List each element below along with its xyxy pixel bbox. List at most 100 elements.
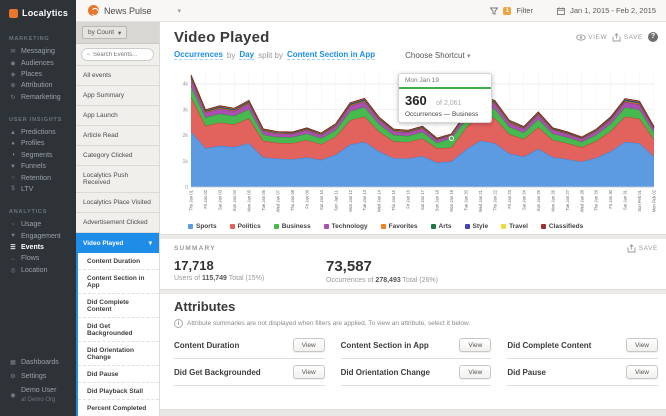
- sidebar-nav-item[interactable]: ↻ Remarketing: [9, 92, 67, 103]
- app-switcher-caret-icon[interactable]: ▾: [178, 7, 182, 15]
- by-label: by: [227, 51, 235, 60]
- export-icon: [627, 244, 636, 253]
- sidebar-nav-item[interactable]: ◉ Audiences: [9, 57, 67, 68]
- event-list-item[interactable]: All events: [76, 66, 159, 86]
- event-attribute-item[interactable]: Did Orientation Change: [78, 342, 159, 366]
- legend-item[interactable]: Style: [465, 223, 489, 230]
- event-list-item[interactable]: Localytics Place Visited: [76, 193, 159, 213]
- legend-item[interactable]: Classifieds: [541, 223, 583, 230]
- attribute-row: Content Duration View: [174, 332, 325, 359]
- sidebar-nav-item[interactable]: ☰ Events: [9, 242, 67, 253]
- legend-item[interactable]: Arts: [431, 223, 452, 230]
- sidebar-nav-item[interactable]: ⊕ Attribution: [9, 80, 67, 91]
- sidebar-nav-item[interactable]: ○ Retention: [9, 172, 67, 183]
- svg-text:Sat Jan 10: Sat Jan 10: [319, 189, 324, 210]
- legend-item[interactable]: Travel: [501, 223, 528, 230]
- search-icon: [87, 51, 90, 58]
- help-button[interactable]: ?: [648, 32, 658, 42]
- event-list-item[interactable]: Article Read: [76, 126, 159, 146]
- date-range-picker[interactable]: Jan 1, 2015 - Feb 2, 2015: [570, 6, 656, 15]
- sidebar-nav-item[interactable]: ✉ Messaging: [9, 46, 67, 57]
- svg-text:0: 0: [185, 185, 188, 191]
- legend-item[interactable]: Sports: [188, 223, 217, 230]
- svg-text:Sun Jan 18: Sun Jan 18: [435, 189, 440, 211]
- event-attribute-item[interactable]: Percent Completed: [78, 400, 159, 416]
- sidebar-nav-item[interactable]: $ LTV: [9, 184, 67, 195]
- attribute-name: Content Duration: [174, 341, 239, 350]
- sort-dropdown[interactable]: by Count ▾: [76, 22, 159, 44]
- shortcut-label: Choose Shortcut: [405, 51, 465, 60]
- legend-item[interactable]: Technology: [324, 223, 368, 230]
- summary-save-button[interactable]: SAVE: [627, 244, 658, 253]
- nav-item-icon: ~: [9, 222, 17, 228]
- svg-text:Mon Jan 05: Mon Jan 05: [247, 189, 252, 212]
- svg-text:Sun Jan 04: Sun Jan 04: [232, 189, 237, 211]
- sidebar-item-dashboards[interactable]: ▦ Dashboards: [9, 356, 67, 370]
- sidebar-nav-item[interactable]: ▼ Funnels: [9, 161, 67, 172]
- shortcut-caret-icon: ▾: [467, 53, 471, 60]
- sort-label: by Count: [88, 29, 114, 36]
- search-input[interactable]: [93, 52, 148, 58]
- save-button[interactable]: SAVE: [612, 33, 643, 42]
- tooltip-value: 360: [405, 93, 427, 108]
- top-bar: News Pulse ▾ 1 Filter Jan 1, 2015 - Feb …: [76, 0, 666, 22]
- nav-item-label: Attribution: [21, 82, 53, 89]
- filter-button[interactable]: Filter: [516, 6, 533, 15]
- chart-area[interactable]: 01k2k3k4kThu Jan 01Fri Jan 02Sat Jan 03S…: [174, 65, 658, 222]
- sidebar-item-user[interactable]: ◉ Demo User at Demo Org: [9, 384, 67, 409]
- attribute-view-button[interactable]: View: [459, 338, 491, 352]
- metric-selector[interactable]: Occurrences: [174, 50, 223, 60]
- legend-label: Politics: [238, 223, 261, 230]
- filter-count-badge: 1: [503, 7, 511, 15]
- event-list-item[interactable]: App Summary: [76, 86, 159, 106]
- nav-item-label: Retention: [21, 175, 51, 182]
- sidebar-nav-item[interactable]: ● Profiles: [9, 138, 67, 149]
- attribute-view-button[interactable]: View: [293, 365, 325, 379]
- legend-label: Technology: [332, 223, 368, 230]
- sidebar-nav-item[interactable]: ~ Usage: [9, 219, 67, 230]
- attribute-view-button[interactable]: View: [626, 338, 658, 352]
- page-title: Video Played: [174, 29, 270, 46]
- attribute-view-button[interactable]: View: [459, 365, 491, 379]
- svg-text:1k: 1k: [183, 159, 189, 165]
- sidebar-nav-item[interactable]: ◈ Places: [9, 69, 67, 80]
- svg-text:2k: 2k: [183, 133, 189, 139]
- users-value: 17,718: [174, 258, 292, 273]
- event-attribute-item[interactable]: Content Duration: [78, 253, 159, 270]
- news-pulse-logo-icon: [88, 5, 99, 16]
- svg-text:4k: 4k: [183, 82, 189, 88]
- occurrences-value: 73,587: [326, 258, 444, 275]
- sidebar-nav-item[interactable]: ↔ Flows: [9, 253, 67, 264]
- interval-selector[interactable]: Day: [239, 50, 254, 60]
- legend-item[interactable]: Politics: [230, 223, 261, 230]
- event-list-item-selected[interactable]: Video Played ▾: [76, 233, 159, 253]
- localytics-logo[interactable]: Localytics: [0, 0, 76, 28]
- brand-name: Localytics: [22, 8, 68, 18]
- sidebar-nav-item[interactable]: ♥ Engagement: [9, 231, 67, 242]
- event-list-item[interactable]: App Launch: [76, 106, 159, 126]
- view-button[interactable]: VIEW: [576, 34, 608, 41]
- event-list-item[interactable]: Advertisement Clicked: [76, 213, 159, 233]
- nav-item-label: Audiences: [21, 60, 54, 67]
- event-list-item[interactable]: Category Clicked: [76, 146, 159, 166]
- event-attribute-item[interactable]: Did Playback Stall: [78, 383, 159, 400]
- split-selector[interactable]: Content Section in App: [287, 50, 375, 60]
- event-attribute-item[interactable]: Did Complete Content: [78, 294, 159, 318]
- attribute-view-button[interactable]: View: [626, 365, 658, 379]
- svg-text:Sun Feb 01: Sun Feb 01: [637, 189, 642, 211]
- nav-item-label: Messaging: [21, 48, 55, 55]
- svg-text:Mon Jan 26: Mon Jan 26: [550, 189, 555, 212]
- legend-item[interactable]: Business: [274, 223, 311, 230]
- choose-shortcut-dropdown[interactable]: Choose Shortcut ▾: [405, 51, 470, 60]
- event-list-item[interactable]: Localytics Push Received: [76, 166, 159, 193]
- legend-item[interactable]: Favorites: [381, 223, 418, 230]
- event-attribute-item[interactable]: Content Section in App: [78, 270, 159, 294]
- event-attribute-item[interactable]: Did Pause: [78, 366, 159, 383]
- sidebar-nav-item[interactable]: ▲ Predictions: [9, 127, 67, 138]
- sidebar-nav-item[interactable]: ◑ Segments: [9, 150, 67, 161]
- sidebar-nav-item[interactable]: ◎ Location: [9, 265, 67, 276]
- attribute-name: Did Complete Content: [507, 341, 591, 350]
- attribute-view-button[interactable]: View: [293, 338, 325, 352]
- sidebar-item-settings[interactable]: ⚙ Settings: [9, 370, 67, 384]
- event-attribute-item[interactable]: Did Get Backgrounded: [78, 318, 159, 342]
